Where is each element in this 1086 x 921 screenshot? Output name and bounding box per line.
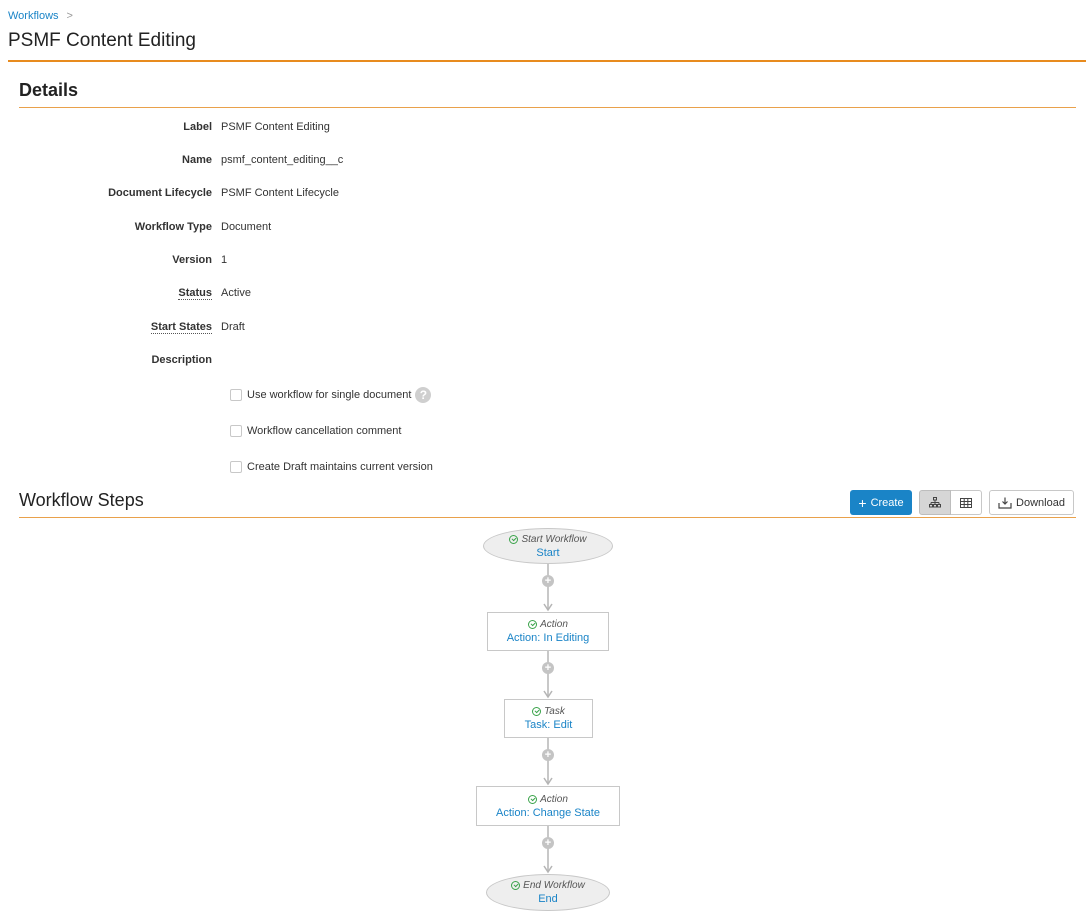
page-title: PSMF Content Editing [8,30,196,51]
node-type-label: End Workflow [523,880,585,891]
check-icon [532,707,542,716]
node-type-label: Action [540,619,568,630]
details-divider [19,107,1076,108]
node-name-link[interactable]: Action: Change State [496,807,600,819]
option-single-document: Use workflow for single document ? [230,387,432,403]
node-name-link[interactable]: Task: Edit [525,719,573,731]
name-field-label: Name [182,154,212,166]
status-field-label: Status [0,287,221,300]
check-icon [509,534,519,544]
start-states-field-label-text: Start States [150,321,212,334]
name-field-value: psmf_content_editing__c [221,154,344,166]
single-document-checkbox[interactable] [230,389,242,401]
field-row-status: Status Active [0,285,251,301]
create-button[interactable]: + Create [850,490,912,515]
view-toggle [919,490,982,515]
document-lifecycle-field-label: Document Lifecycle [108,187,212,199]
download-button-label: Download [1016,496,1065,509]
cancellation-comment-checkbox[interactable] [230,425,242,437]
node-name-link[interactable]: Action: In Editing [507,632,590,644]
add-step-icon[interactable]: + [542,837,554,849]
workflow-type-field-value: Document [221,221,272,233]
field-row-label: Label PSMF Content Editing [0,119,330,135]
field-row-description: Description [0,352,221,368]
download-button[interactable]: Download [989,490,1074,515]
connector-2 [543,651,553,699]
plus-icon: + [858,494,867,511]
node-type-label: Task [544,706,565,717]
field-row-version: Version 1 [0,252,227,268]
start-states-field-label: Start States [0,321,221,334]
workflow-node-task-edit[interactable]: Task Task: Edit [504,699,593,738]
help-icon[interactable]: ? [415,387,432,403]
workflow-type-field-label: Workflow Type [134,221,212,233]
header-divider [8,60,1086,62]
node-name-link[interactable]: Start [536,547,559,559]
document-lifecycle-link[interactable]: PSMF Content Lifecycle [221,187,339,199]
label-field-value: PSMF Content Editing [221,121,330,133]
breadcrumb-workflows-link[interactable]: Workflows [8,10,59,22]
node-type: Start Workflow [509,533,587,545]
create-draft-checkbox[interactable] [230,461,242,473]
workflow-node-end[interactable]: End Workflow End [486,874,610,911]
check-icon [528,620,538,629]
breadcrumb: Workflows > [8,10,73,22]
field-row-name: Name psmf_content_editing__c [0,152,343,168]
add-step-icon[interactable]: + [542,749,554,761]
option-cancellation-comment: Workflow cancellation comment [230,423,401,439]
node-type-label: Start Workflow [521,533,587,545]
table-view-button[interactable] [950,490,982,515]
add-step-icon[interactable]: + [542,662,554,674]
create-button-label: Create [870,496,904,509]
details-section-title: Details [19,80,79,100]
field-row-document-lifecycle: Document Lifecycle PSMF Content Lifecycl… [0,185,339,201]
version-field-label: Version [172,254,212,266]
connector-4 [543,826,553,874]
node-name-link[interactable]: End [538,893,558,905]
connector-3 [543,738,553,786]
breadcrumb-separator: > [66,10,73,22]
workflow-node-action-in-editing[interactable]: Action Action: In Editing [487,612,609,651]
node-type: Action [528,794,568,805]
status-field-value: Active [221,287,251,299]
workflow-node-start[interactable]: Start Workflow Start [483,528,613,564]
version-field-value: 1 [221,254,228,266]
node-type: Action [528,619,568,630]
diagram-view-button[interactable] [919,490,951,515]
add-step-icon[interactable]: + [542,575,554,587]
create-draft-label: Create Draft maintains current version [247,461,433,473]
status-field-label-text: Status [178,287,212,300]
table-icon [959,497,972,508]
field-row-start-states: Start States Draft [0,319,245,335]
hierarchy-icon [928,496,941,507]
option-create-draft: Create Draft maintains current version [230,459,433,475]
cancellation-comment-label: Workflow cancellation comment [247,425,402,437]
workflow-node-action-change-state[interactable]: Action Action: Change State [476,786,620,826]
node-type: End Workflow [511,880,585,891]
check-icon [528,794,538,804]
node-type: Task [532,706,565,717]
description-field-label: Description [151,354,212,366]
workflow-steps-section-title: Workflow Steps [19,490,144,510]
single-document-label: Use workflow for single document [247,389,412,401]
download-icon [998,497,1012,509]
start-states-link[interactable]: Draft [221,321,245,333]
node-type-label: Action [540,793,568,805]
check-icon [511,881,521,890]
label-field-label: Label [183,121,212,133]
field-row-workflow-type: Workflow Type Document [0,219,271,235]
